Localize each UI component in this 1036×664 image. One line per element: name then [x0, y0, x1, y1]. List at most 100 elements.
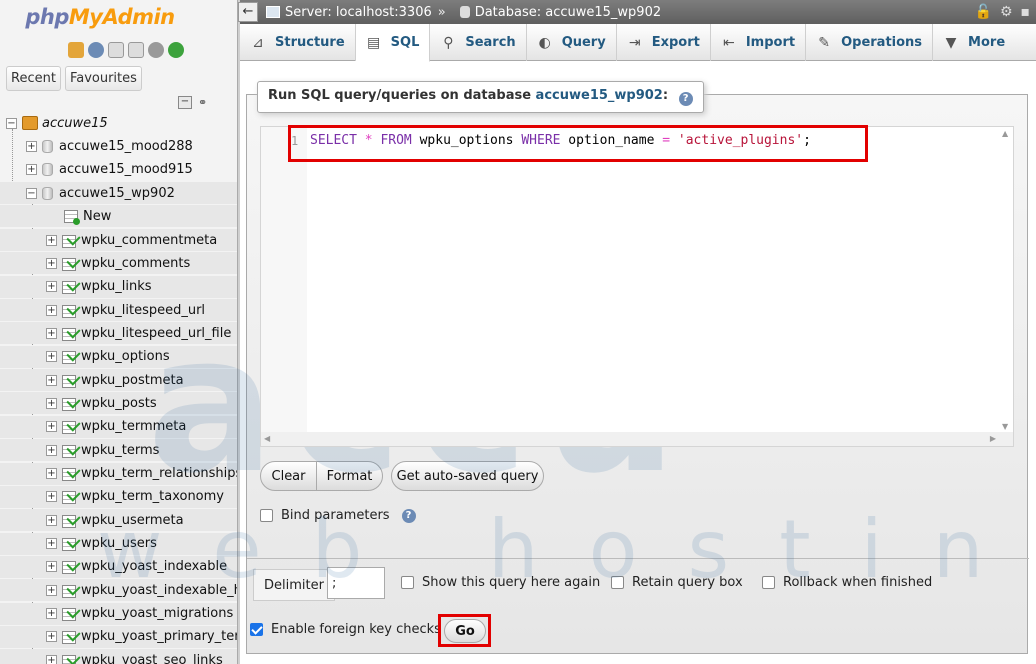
rollback-checkbox[interactable] [762, 576, 775, 589]
tree-table-item[interactable]: + wpku_links [0, 275, 237, 298]
back-button[interactable]: ← [238, 2, 258, 22]
help-icon[interactable]: ? [401, 508, 416, 523]
bind-parameters-checkbox[interactable] [260, 509, 273, 522]
tree-table-item[interactable]: + wpku_term_taxonomy [0, 485, 237, 508]
tree-table-item[interactable]: + wpku_terms [0, 439, 237, 462]
collapse-icon[interactable]: − [26, 187, 37, 199]
tab-sql[interactable]: ▤ SQL [355, 24, 431, 62]
gear-icon[interactable]: ⚙ [1000, 4, 1013, 20]
expand-icon[interactable]: + [46, 444, 57, 456]
docs-icon[interactable] [108, 42, 124, 58]
tab-search[interactable]: ⚲ Search [430, 24, 527, 61]
tab-more[interactable]: ▼ More [933, 24, 1015, 61]
tree-table-item[interactable]: + wpku_users [0, 532, 237, 555]
tree-db-mood915[interactable]: + accuwe15_mood915 [0, 158, 237, 180]
format-button[interactable]: Format [316, 461, 383, 491]
recent-tab[interactable]: Recent [6, 66, 61, 91]
gear-icon[interactable] [148, 42, 164, 58]
more-icon[interactable]: ▪ [1021, 4, 1031, 20]
expand-icon[interactable]: + [26, 140, 37, 152]
expand-icon[interactable]: + [46, 421, 57, 433]
vertical-scrollbar[interactable]: ▲ ▼ [999, 127, 1013, 433]
tree-table-item[interactable]: + wpku_comments [0, 252, 237, 275]
tab-structure[interactable]: ⊿ Structure [240, 24, 356, 61]
help-icon[interactable]: ? [678, 92, 693, 106]
scroll-up-icon[interactable]: ▲ [1002, 129, 1008, 138]
horizontal-scrollbar[interactable]: ◀ ▶ [261, 432, 999, 446]
expand-icon[interactable]: + [46, 491, 57, 503]
expand-icon[interactable]: + [46, 257, 57, 269]
scroll-right-icon[interactable]: ▶ [990, 434, 996, 443]
tree-table-item[interactable]: + wpku_termmeta [0, 415, 237, 438]
sql-docs-icon[interactable] [128, 42, 144, 58]
expand-icon[interactable]: + [46, 468, 57, 479]
tree-table-item[interactable]: + wpku_yoast_indexable [0, 555, 237, 578]
tab-import[interactable]: ⇤ Import [711, 24, 807, 61]
tree-table-item[interactable]: + wpku_yoast_primary_term [0, 625, 237, 648]
resize-handle[interactable] [999, 432, 1013, 446]
expand-icon[interactable]: + [46, 397, 57, 409]
tab-export[interactable]: ⇥ Export [617, 24, 711, 61]
collapse-all-icon[interactable]: − [178, 96, 192, 109]
reload-icon[interactable] [168, 42, 184, 58]
collapse-icon[interactable]: − [6, 117, 17, 129]
sql-query-fieldset: accu web hosting Run SQL query/queries o… [97, 81, 1036, 654]
expand-icon[interactable]: + [46, 584, 57, 596]
bind-parameters-option[interactable]: Bind parameters ? [260, 508, 416, 523]
link-icon[interactable]: ⚭ [198, 96, 212, 109]
home-icon[interactable] [68, 42, 84, 58]
expand-icon[interactable]: + [46, 374, 57, 386]
legend-db-name[interactable]: accuwe15_wp902 [536, 88, 663, 103]
expand-icon[interactable]: + [46, 561, 57, 573]
expand-icon[interactable]: + [26, 163, 37, 175]
tree-db-mood288[interactable]: + accuwe15_mood288 [0, 135, 237, 157]
show-query-checkbox[interactable] [401, 576, 414, 589]
tree-table-item[interactable]: + wpku_yoast_indexable_hierarchy [0, 579, 237, 602]
tree-table-item[interactable]: + wpku_posts [0, 392, 237, 415]
tree-table-item[interactable]: + wpku_litespeed_url [0, 299, 237, 322]
tree-table-item[interactable]: + wpku_yoast_seo_links [0, 649, 237, 664]
rollback-option[interactable]: Rollback when finished [762, 575, 932, 590]
tree-table-item[interactable]: + wpku_options [0, 345, 237, 368]
clear-button[interactable]: Clear [260, 461, 317, 491]
sql-editor[interactable]: 1 SELECT * FROM wpku_options WHERE optio… [260, 126, 1014, 447]
tree-db-wp902[interactable]: − accuwe15_wp902 [0, 182, 237, 204]
lock-icon[interactable]: 🔓 [975, 4, 992, 20]
retain-box-checkbox[interactable] [611, 576, 624, 589]
expand-icon[interactable]: + [46, 351, 57, 363]
delimiter-input[interactable]: ; [327, 567, 385, 599]
expand-icon[interactable]: + [46, 631, 57, 643]
tab-operations[interactable]: ✎ Operations [806, 24, 934, 61]
tree-table-item[interactable]: + wpku_usermeta [0, 509, 237, 532]
help-icon[interactable] [88, 42, 104, 58]
get-autosaved-query-button[interactable]: Get auto-saved query [391, 461, 544, 491]
tree-table-item[interactable]: + wpku_commentmeta [0, 229, 237, 251]
favourites-tab[interactable]: Favourites [64, 66, 142, 91]
tree-table-item[interactable]: + wpku_term_relationships [0, 462, 237, 485]
show-query-option[interactable]: Show this query here again [401, 575, 600, 590]
phpmyadmin-logo[interactable]: phpMyAdmin [0, 5, 200, 29]
scroll-down-icon[interactable]: ▼ [1002, 422, 1008, 431]
foreign-keys-checkbox[interactable] [250, 623, 263, 636]
tree-table-item[interactable]: + wpku_postmeta [0, 369, 237, 392]
expand-icon[interactable]: + [46, 514, 57, 526]
expand-icon[interactable]: + [46, 281, 57, 293]
tab-query[interactable]: ◐ Query [527, 24, 617, 61]
breadcrumb-database[interactable]: Database: accuwe15_wp902 [475, 5, 661, 20]
expand-icon[interactable]: + [46, 327, 57, 339]
expand-icon[interactable]: + [46, 234, 57, 246]
expand-icon[interactable]: + [46, 538, 57, 550]
retain-box-option[interactable]: Retain query box [611, 575, 743, 590]
database-icon [42, 162, 53, 176]
tree-table-item[interactable]: + wpku_yoast_migrations [0, 602, 237, 625]
foreign-keys-option[interactable]: Enable foreign key checks [250, 622, 441, 637]
tree-new-table[interactable]: New [0, 205, 237, 227]
table-icon [62, 584, 77, 598]
breadcrumb-server[interactable]: Server: localhost:3306 [285, 5, 432, 20]
tree-root[interactable]: − accuwe15 [0, 112, 237, 134]
tree-table-item[interactable]: + wpku_litespeed_url_file [0, 322, 237, 345]
expand-icon[interactable]: + [46, 608, 57, 620]
scroll-left-icon[interactable]: ◀ [264, 434, 270, 443]
expand-icon[interactable]: + [46, 304, 57, 316]
expand-icon[interactable]: + [46, 654, 57, 664]
